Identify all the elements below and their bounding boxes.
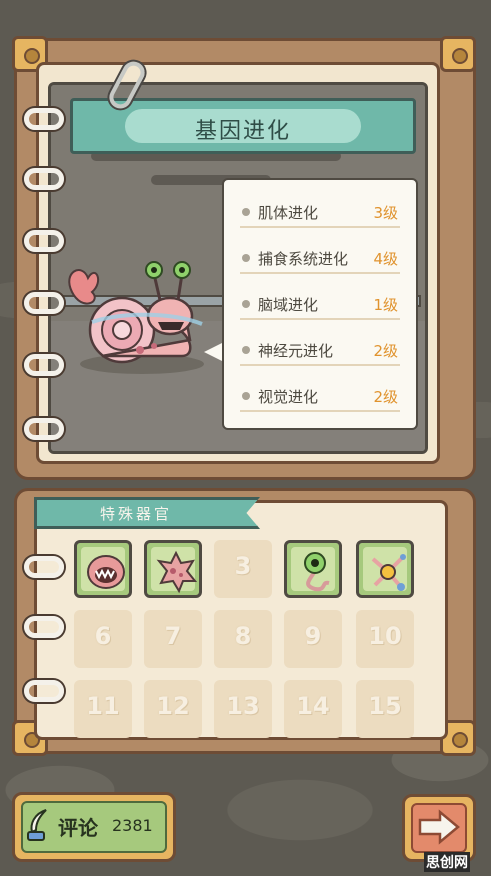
slot-number: 12 [156,692,190,720]
stat-row-brain[interactable]: 脑域进化 1级 [240,290,400,320]
slot-number: 9 [304,622,322,650]
organ-slot-8[interactable]: 8 [214,610,272,668]
arrow-right-icon [418,809,460,845]
organ-slot-6[interactable]: 6 [74,610,132,668]
stat-row-body[interactable]: 肌体进化 3级 [240,198,400,228]
speech-bubble-tail [204,342,224,362]
stat-level: 2级 [373,342,398,360]
organ-slot-7[interactable]: 7 [144,610,202,668]
organ-slot-15[interactable]: 15 [356,680,414,738]
stat-level: 2级 [373,388,398,406]
binder-ring [24,108,64,130]
slot-number: 3 [234,552,252,580]
slot-number: 14 [296,692,330,720]
binder-ring [24,230,64,252]
organ-slot-3[interactable]: 3 [214,540,272,598]
evolution-stats-panel: 肌体进化 3级 捕食系统进化 4级 脑域进化 1级 神经元进化 2级 视觉进化 … [222,178,418,430]
corner-bolt-icon [440,36,476,72]
stat-level: 4级 [373,250,398,268]
binder-ring [24,418,64,440]
binder-ring [24,292,64,314]
stat-row-neuron[interactable]: 神经元进化 2级 [240,336,400,366]
gene-title: 基因进化 [194,119,291,144]
binder-ring [24,680,64,702]
bullet-dot-icon [242,300,250,308]
bullet-dot-icon [242,254,250,262]
stat-level: 3级 [373,204,398,222]
organ-title: 特殊器官 [100,505,173,523]
stat-name: 肌体进化 [258,204,319,222]
stat-row-vision[interactable]: 视觉进化 2级 [240,382,400,412]
organ-slot-13[interactable]: 13 [214,680,272,738]
stat-name: 神经元进化 [258,342,334,360]
organ-slot-4[interactable] [284,540,342,598]
stat-name: 捕食系统进化 [258,250,349,268]
mouth-organ-icon [87,555,125,589]
stat-row-predation[interactable]: 捕食系统进化 4级 [240,244,400,274]
stat-name: 视觉进化 [258,388,319,406]
slot-number: 7 [164,622,182,650]
binder-ring [24,616,64,638]
organ-slot-9[interactable]: 9 [284,610,342,668]
binder-ring [24,556,64,578]
stat-level: 1级 [373,296,398,314]
slot-number: 8 [234,622,252,650]
snail-creature-icon[interactable] [62,252,212,382]
organ-slot-2[interactable] [144,540,202,598]
organ-slot-1[interactable] [74,540,132,598]
slot-number: 13 [226,692,260,720]
slot-number: 6 [94,622,112,650]
slot-number: 11 [86,692,120,720]
slot-number: 15 [368,692,402,720]
watermark: 思创网 [424,852,470,872]
slot-number: 10 [368,622,402,650]
organ-slot-10[interactable]: 10 [356,610,414,668]
spiky-organ-icon [156,550,198,594]
comment-count: 2381 [112,816,153,835]
bullet-dot-icon [242,208,250,216]
stat-name: 脑域进化 [258,296,319,314]
organ-slot-5[interactable] [356,540,414,598]
eyestalk-organ-icon [304,552,330,592]
binder-ring [24,168,64,190]
organ-slot-12[interactable]: 12 [144,680,202,738]
quill-pen-icon [27,809,47,841]
bullet-dot-icon [242,346,250,354]
organ-slot-11[interactable]: 11 [74,680,132,738]
neuron-organ-icon [371,554,406,591]
binder-ring [24,354,64,376]
comment-label: 评论 [58,816,98,840]
bullet-dot-icon [242,392,250,400]
organ-slot-14[interactable]: 14 [284,680,342,738]
